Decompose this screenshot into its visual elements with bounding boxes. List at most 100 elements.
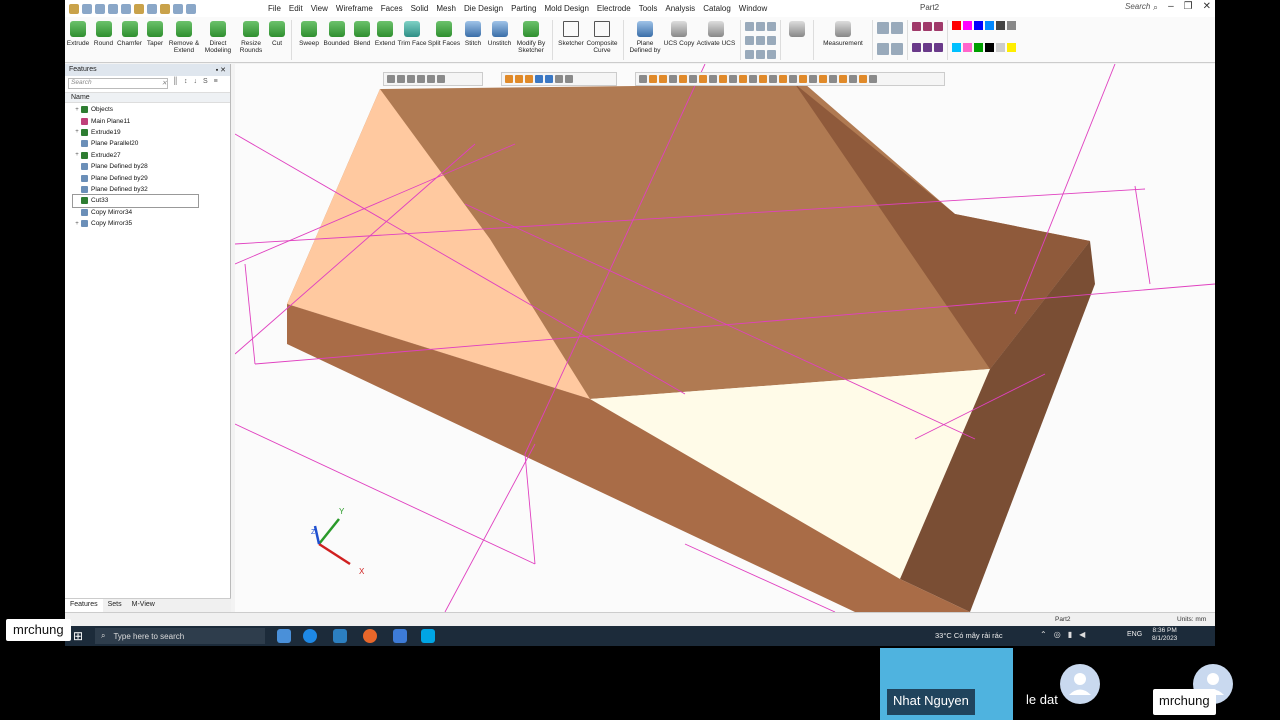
windows-start-icon[interactable]: ⊞	[73, 629, 83, 643]
skype-icon[interactable]	[421, 629, 435, 643]
dimension-icon[interactable]	[756, 22, 765, 31]
menu-mold-design[interactable]: Mold Design	[540, 4, 592, 13]
tree-item[interactable]: Plane Defined by28	[73, 161, 230, 172]
tree-column-header[interactable]: Name	[65, 92, 230, 103]
color-swatch[interactable]	[963, 21, 972, 30]
geometry-icon[interactable]	[689, 75, 697, 83]
display-icon[interactable]	[912, 43, 921, 52]
chamfer-button[interactable]: Chamfer	[116, 17, 143, 62]
color-swatch[interactable]	[974, 42, 983, 52]
tree-item[interactable]: Plane Defined by32	[73, 184, 230, 195]
expand-icon[interactable]: +	[73, 152, 81, 158]
menu-tools[interactable]: Tools	[635, 4, 662, 13]
search-icon[interactable]: ⌕	[1153, 2, 1158, 13]
remove-extend-button[interactable]: Remove & Extend	[167, 17, 201, 62]
color-swatch[interactable]	[952, 21, 961, 30]
tree-item[interactable]: + Extrude19	[73, 127, 230, 138]
close-icon[interactable]: ✕	[1203, 1, 1211, 12]
dimension-icon[interactable]	[745, 36, 754, 45]
geometry-icon[interactable]	[789, 75, 797, 83]
menu-view[interactable]: View	[307, 4, 332, 13]
plane-defined-by-button[interactable]: Plane Defined by	[628, 17, 662, 62]
geometry-icon[interactable]	[759, 75, 767, 83]
pick-icon[interactable]	[427, 75, 435, 83]
open-icon[interactable]	[95, 3, 105, 14]
geometry-icon[interactable]	[679, 75, 687, 83]
view-icon[interactable]	[877, 43, 889, 55]
color-swatch[interactable]	[1007, 21, 1016, 30]
feature-search-input[interactable]: Search ✕	[68, 78, 168, 89]
clear-search-icon[interactable]: ✕	[162, 79, 167, 88]
menu-wireframe[interactable]: Wireframe	[332, 4, 377, 13]
tree-item[interactable]: + Copy Mirror35	[73, 218, 230, 229]
light-icon[interactable]	[515, 75, 523, 83]
menu-mesh[interactable]: Mesh	[432, 4, 460, 13]
bounded-button[interactable]: Bounded	[322, 17, 351, 62]
blend-button[interactable]: Blend	[351, 17, 373, 62]
color-swatch[interactable]	[974, 21, 983, 30]
taskbar-clock[interactable]: 8:36 PM 8/1/2023	[1152, 627, 1177, 643]
task-view-icon[interactable]	[277, 629, 291, 643]
geometry-icon[interactable]	[719, 75, 727, 83]
geometry-icon[interactable]	[739, 75, 747, 83]
modify-by-sketcher-button[interactable]: Modify By Sketcher	[514, 17, 548, 62]
dimension-icon[interactable]	[756, 50, 765, 59]
activate-ucs-button[interactable]: Activate UCS	[696, 17, 736, 62]
microphone-icon[interactable]: ▮	[1068, 630, 1072, 639]
geometry-icon[interactable]	[729, 75, 737, 83]
geometry-icon[interactable]	[829, 75, 837, 83]
display-icon[interactable]	[923, 43, 932, 52]
menu-analysis[interactable]: Analysis	[661, 4, 699, 13]
rotate-icon[interactable]	[639, 75, 647, 83]
menu-solid[interactable]: Solid	[407, 4, 433, 13]
tab-features[interactable]: Features	[65, 599, 103, 612]
color-swatch[interactable]	[985, 21, 994, 30]
resize-rounds-button[interactable]: Resize Rounds	[235, 17, 267, 62]
menu-faces[interactable]: Faces	[377, 4, 407, 13]
display-icon[interactable]	[923, 22, 932, 31]
geometry-icon[interactable]	[799, 75, 807, 83]
color-swatch[interactable]	[996, 21, 1005, 30]
zoom-icon[interactable]	[891, 22, 903, 34]
color-swatch[interactable]	[996, 42, 1005, 52]
extrude-button[interactable]: Extrude	[65, 17, 91, 62]
edge-icon[interactable]	[303, 629, 317, 643]
menu-parting[interactable]: Parting	[507, 4, 540, 13]
sweep-button[interactable]: Sweep	[296, 17, 322, 62]
redo-icon[interactable]	[173, 3, 183, 14]
copy-icon[interactable]	[134, 3, 144, 14]
pick-icon[interactable]	[417, 75, 425, 83]
tree-tool-icon[interactable]: ≡	[214, 78, 218, 85]
geometry-icon[interactable]	[749, 75, 757, 83]
arrow-icon[interactable]	[535, 75, 543, 83]
zoom-icon[interactable]	[877, 22, 889, 34]
unstitch-button[interactable]: Unstitch	[485, 17, 514, 62]
taskbar-search-input[interactable]: ⌕ Type here to search	[95, 628, 265, 644]
measurement-button[interactable]: Measurement	[818, 17, 868, 62]
filter-icon[interactable]	[397, 75, 405, 83]
3d-viewport[interactable]: Y X Z	[235, 64, 1215, 612]
store-icon[interactable]	[333, 629, 347, 643]
display-icon[interactable]	[934, 22, 943, 31]
cube-icon[interactable]	[555, 75, 563, 83]
cad-app-icon[interactable]	[393, 629, 407, 643]
select-icon[interactable]	[387, 75, 395, 83]
dimension-icon[interactable]	[767, 36, 776, 45]
tab-sets[interactable]: Sets	[103, 599, 127, 612]
geometry-icon[interactable]	[779, 75, 787, 83]
panel-pin-close-icon[interactable]: ▪ ✕	[216, 66, 226, 74]
geometry-icon[interactable]	[869, 75, 877, 83]
arrow-icon[interactable]	[545, 75, 553, 83]
menu-catalog[interactable]: Catalog	[699, 4, 735, 13]
chevron-up-icon[interactable]: ⌃	[1040, 630, 1047, 639]
restore-icon[interactable]: ❐	[1184, 1, 1193, 12]
dimension-icon[interactable]	[767, 50, 776, 59]
menu-electrode[interactable]: Electrode	[593, 4, 635, 13]
color-swatch[interactable]	[985, 42, 994, 52]
expand-icon[interactable]: +	[73, 107, 81, 113]
geometry-icon[interactable]	[839, 75, 847, 83]
geometry-icon[interactable]	[859, 75, 867, 83]
window-icon[interactable]	[186, 3, 196, 14]
cut-button[interactable]: Cut	[267, 17, 287, 62]
tree-item[interactable]: Main Plane11	[73, 115, 230, 126]
